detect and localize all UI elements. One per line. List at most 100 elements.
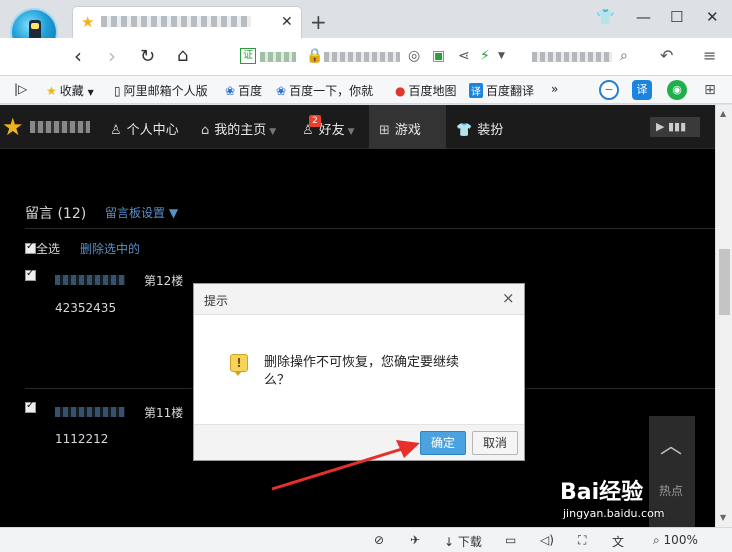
share-icon[interactable]: ⋖	[458, 48, 470, 64]
search-input[interactable]	[532, 52, 612, 62]
search-icon[interactable]: ⌕	[620, 48, 628, 64]
watermark-url: jingyan.baidu.com	[563, 507, 665, 520]
paw-icon: ❀	[276, 84, 287, 98]
extension-grid-icon[interactable]: ⊞	[700, 80, 720, 100]
nav-personal-center[interactable]: ♙ 个人中心	[110, 119, 179, 138]
extension-chat-icon[interactable]: ◉	[667, 80, 687, 100]
nav-my-homepage[interactable]: ⌂ 我的主页 ▼	[201, 119, 276, 138]
target-icon[interactable]: ◎	[408, 48, 420, 64]
undo-icon[interactable]: ↶	[660, 46, 673, 65]
select-all[interactable]: 全选	[25, 240, 60, 257]
paw-icon: ❀	[225, 84, 236, 98]
dialog-footer: 确定 取消	[194, 424, 524, 460]
minimize-icon[interactable]: —	[636, 8, 651, 26]
site-logo-star-icon[interactable]: ★	[2, 113, 24, 141]
watermark-logo: Bai经验	[560, 480, 644, 505]
entry-author[interactable]	[55, 275, 125, 285]
delete-selected-link[interactable]: 删除选中的	[80, 240, 140, 257]
screenshot-icon[interactable]: ⛶	[578, 533, 586, 548]
browser-tab[interactable]: ★ ✕	[72, 6, 302, 38]
screenshot-icon[interactable]: ▣	[432, 48, 445, 64]
back-icon[interactable]: ‹	[74, 44, 82, 68]
dialog-title: 提示	[204, 294, 229, 308]
maximize-icon[interactable]: ☐	[670, 8, 683, 26]
bookmark-favorites[interactable]: ★ 收藏 ▼	[46, 82, 94, 99]
messages-title: 留言 (12)	[25, 206, 87, 222]
bookmark-baidu-map[interactable]: ● 百度地图	[395, 82, 457, 99]
select-all-checkbox[interactable]	[25, 241, 36, 254]
nav-dressup[interactable]: 👕 装扮	[456, 119, 503, 138]
bookmarks-more[interactable]: »	[551, 82, 558, 96]
lang-icon[interactable]: 文	[612, 533, 624, 550]
tab-strip: ★ ✕ + 👕 — ☐ ✕	[0, 0, 732, 56]
window-icon[interactable]: ▭	[505, 533, 516, 547]
page-icon: ▯	[114, 84, 121, 98]
entry-checkbox[interactable]	[25, 268, 36, 281]
menu-icon[interactable]: ≡	[703, 46, 716, 65]
messages-count: (12)	[57, 206, 87, 222]
chevron-down-icon[interactable]: ▼	[498, 51, 505, 61]
entry-text: 42352435	[55, 301, 117, 315]
scroll-down-icon[interactable]: ▼	[720, 513, 726, 522]
friends-badge: 2	[309, 115, 321, 127]
extension-minus-icon[interactable]: −	[599, 80, 619, 100]
address-blurred-1	[260, 52, 296, 62]
star-icon: ★	[81, 13, 95, 31]
site-username[interactable]	[30, 121, 90, 133]
dialog-message: 删除操作不可恢复，您确定要继续么？	[264, 355, 460, 388]
download-button[interactable]: ↓ 下载	[444, 533, 482, 550]
address-url-input[interactable]	[324, 52, 400, 62]
cancel-button[interactable]: 取消	[472, 431, 518, 455]
navigation-bar: ‹ › ↻ ⌂ 证 🔒 ◎ ▣ ⋖ ⚡ ▼ ⌕ ↶ ≡	[0, 38, 732, 76]
home-icon: ⌂	[201, 123, 210, 138]
entry-author[interactable]	[55, 407, 125, 417]
home-icon[interactable]: ⌂	[177, 45, 188, 66]
entry-checkbox[interactable]	[25, 400, 36, 413]
new-tab-icon[interactable]: +	[310, 10, 327, 34]
bookmark-baidu-translate[interactable]: 译百度翻译	[469, 82, 534, 99]
refresh-icon[interactable]: ↻	[140, 46, 155, 67]
pin-icon[interactable]: ✈	[410, 533, 420, 547]
entry-floor: 第11楼	[144, 406, 184, 420]
confirm-dialog: 提示 × ! 删除操作不可恢复，您确定要继续么？ 确定 取消	[193, 283, 525, 461]
sidebar-toggle-icon[interactable]: |▷	[14, 82, 27, 96]
forward-icon[interactable]: ›	[108, 44, 116, 68]
bookmark-baidu[interactable]: ❀ 百度	[225, 82, 262, 99]
bookmark-aliyun-mail[interactable]: ▯ 阿里邮箱个人版	[114, 82, 208, 99]
certificate-icon[interactable]: 证	[240, 48, 256, 64]
nav-media-tools[interactable]: ▶ ▮▮▮	[650, 117, 700, 137]
confirm-button[interactable]: 确定	[420, 431, 466, 455]
dialog-close-icon[interactable]: ×	[502, 289, 515, 307]
lock-icon: 🔒	[306, 48, 324, 64]
dialog-header: 提示 ×	[194, 284, 524, 315]
translate-icon: 译	[469, 83, 483, 98]
scroll-up-icon[interactable]: ▲	[720, 109, 726, 118]
page-scrollbar[interactable]: ▲ ▼	[715, 105, 732, 527]
shirt-icon: 👕	[456, 123, 473, 138]
speed-icon[interactable]: ⊘	[374, 533, 384, 547]
hot-label: 热点	[659, 484, 684, 498]
warning-icon: !	[230, 354, 248, 376]
volume-icon[interactable]: ◁)	[540, 533, 554, 547]
scroll-to-top-icon[interactable]: ︿	[660, 428, 682, 460]
zoom-control[interactable]: ⌕ 100%	[653, 533, 698, 548]
tab-title	[101, 16, 251, 27]
entry-text: 1112212	[55, 432, 109, 446]
divider	[25, 228, 715, 229]
message-board-settings-link[interactable]: 留言板设置 ▼	[105, 204, 178, 221]
star-icon: ★	[46, 84, 57, 98]
extension-translate-icon[interactable]: 译	[632, 80, 652, 100]
entry-floor: 第12楼	[144, 274, 184, 288]
scrollbar-thumb[interactable]	[719, 249, 730, 315]
bookmark-baidu-search[interactable]: ❀ 百度一下，你就	[276, 82, 373, 99]
map-pin-icon: ●	[395, 84, 406, 98]
nav-games[interactable]: ⊞ 游戏	[379, 119, 421, 138]
grid-icon: ⊞	[379, 123, 390, 138]
status-bar: ⊘ ✈ ↓ 下载 ▭ ◁) ⛶ 文 ⌕ 100%	[0, 527, 732, 552]
close-tab-icon[interactable]: ✕	[281, 14, 293, 30]
lightning-icon[interactable]: ⚡	[480, 48, 490, 64]
window-close-icon[interactable]: ✕	[706, 8, 719, 26]
bookmarks-bar: |▷ ★ 收藏 ▼ ▯ 阿里邮箱个人版 ❀ 百度 ❀ 百度一下，你就 ● 百度地图 译百度…	[0, 76, 732, 104]
skin-icon[interactable]: 👕	[596, 8, 615, 26]
user-icon: ♙	[110, 123, 122, 138]
